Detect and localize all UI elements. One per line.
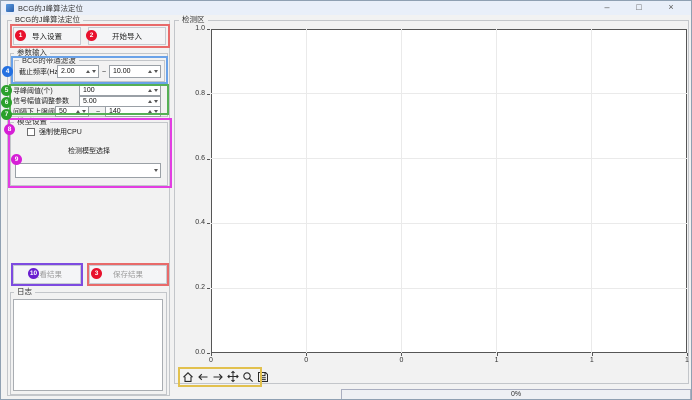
annotation-box-toolbar: [178, 367, 262, 387]
plot-canvas[interactable]: [211, 29, 687, 353]
annotation-box-bandpass: [11, 56, 168, 84]
progress-text: 0%: [511, 391, 521, 398]
annotation-mark-1: 1: [15, 30, 26, 41]
annotation-mark-6: 6: [1, 97, 12, 108]
annotation-mark-9: 9: [11, 154, 22, 165]
annotation-mark-8: 8: [4, 124, 15, 135]
maximize-button[interactable]: □: [623, 1, 655, 15]
annotation-mark-10: 10: [28, 268, 39, 279]
annotation-mark-2: 2: [86, 30, 97, 41]
title-bar: BCG的J峰算法定位: [1, 1, 691, 15]
annotation-mark-5: 5: [1, 85, 12, 96]
annotation-mark-3: 3: [91, 268, 102, 279]
annotation-mark-4: 4: [2, 66, 13, 77]
annotation-box-model-group: [8, 118, 172, 188]
annotation-box-view-results: [11, 263, 83, 286]
minimize-button[interactable]: –: [591, 1, 623, 15]
progress-bar: 0%: [341, 389, 691, 400]
app-icon: [6, 4, 14, 12]
annotation-mark-7: 7: [1, 109, 12, 120]
log-group-title: 日志: [14, 287, 35, 296]
left-panel-group-title: BCG的J峰算法定位: [12, 15, 83, 24]
window-controls: – □ ×: [591, 1, 687, 15]
app-window: BCG的J峰算法定位 – □ × BCG的J峰算法定位 导入设置 开始导入 参数…: [0, 0, 692, 400]
log-listbox[interactable]: [13, 299, 163, 391]
close-button[interactable]: ×: [655, 1, 687, 15]
annotation-box-param-rows: [9, 84, 169, 115]
window-title: BCG的J峰算法定位: [18, 3, 83, 14]
plot-panel-group-title: 检测区: [179, 15, 208, 24]
